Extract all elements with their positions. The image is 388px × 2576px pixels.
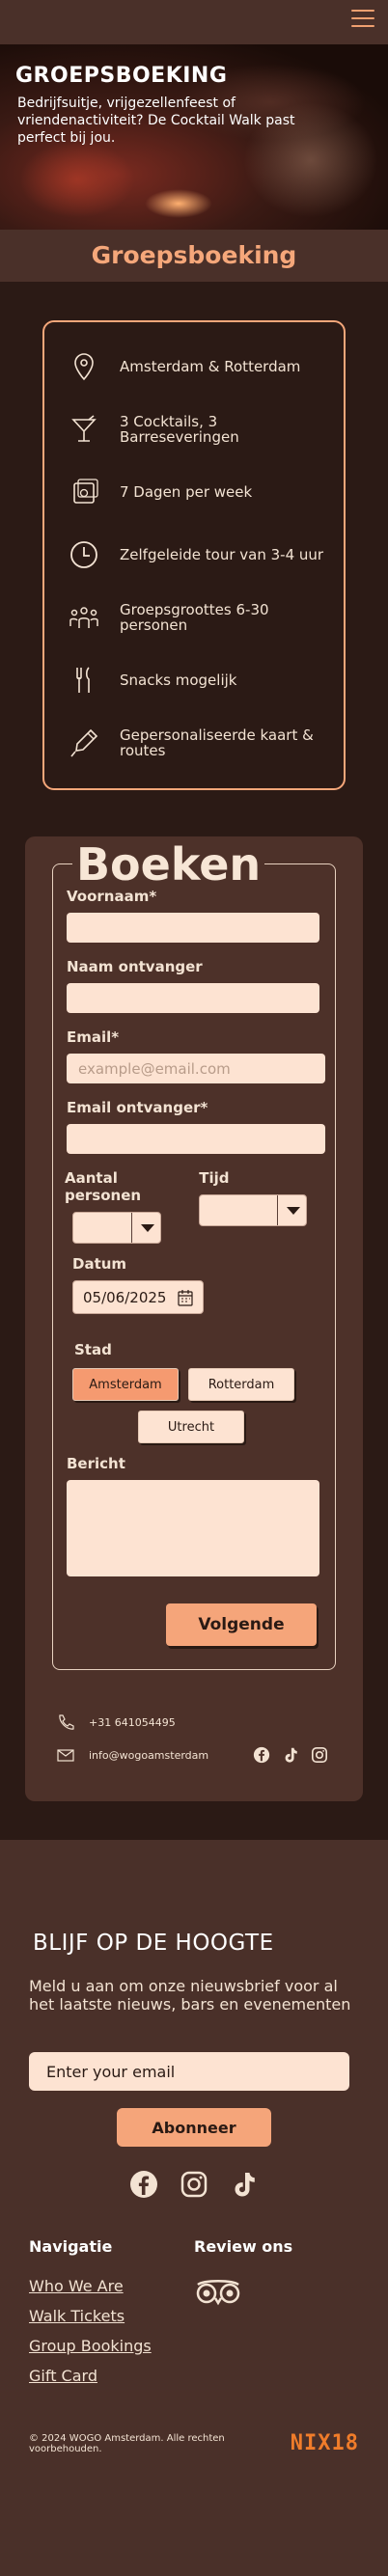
feature-item: Zelfgeleide tour van 3-4 uur: [60, 526, 328, 584]
feature-text: Groepsgroottes 6-30 personen: [120, 601, 269, 634]
phone-icon: [59, 1714, 74, 1730]
tiktok-icon[interactable]: [282, 1746, 299, 1764]
features-section: Amsterdam & Rotterdam 3 Cocktails, 3 Bar…: [0, 282, 388, 836]
feature-text: Zelfgeleide tour van 3-4 uur: [120, 546, 324, 563]
hero-banner: GROEPSBOEKING Bedrijfsuitje, vrijgezelle…: [0, 44, 388, 230]
instagram-icon[interactable]: [180, 2170, 208, 2199]
cocktail-glass-icon: [68, 413, 100, 446]
review-heading: Review ons: [194, 2237, 293, 2256]
footer-navigation: Navigatie Who We Are Walk Tickets Group …: [29, 2237, 194, 2397]
copyright-row: © 2024 WOGO Amsterdam. Alle rechten voor…: [29, 2431, 359, 2486]
features-card: Amsterdam & Rotterdam 3 Cocktails, 3 Bar…: [42, 320, 346, 790]
clock-icon: [68, 538, 100, 571]
feature-item: 7 Dagen per week: [60, 463, 328, 521]
footer-link-gift-card[interactable]: Gift Card: [29, 2367, 194, 2385]
calendar-icon[interactable]: [178, 1289, 193, 1306]
newsletter-title: BLIJF OP DE HOOGTE: [33, 1931, 274, 1956]
city-button-utrecht[interactable]: Utrecht: [138, 1411, 244, 1443]
instagram-icon[interactable]: [311, 1746, 328, 1764]
location-pin-icon: [68, 350, 100, 383]
tiktok-icon[interactable]: [230, 2170, 259, 2199]
facebook-icon[interactable]: [253, 1746, 270, 1764]
chevron-down-icon: [277, 1195, 306, 1225]
time-label: Tijd: [199, 1169, 230, 1187]
newsletter-subtitle: Meld u aan om onze nieuwsbrief voor al h…: [29, 1977, 351, 2014]
footer-columns: Navigatie Who We Are Walk Tickets Group …: [29, 2237, 359, 2397]
email-label: Email*: [67, 1028, 120, 1046]
feature-item: 3 Cocktails, 3 Barreseveringen: [60, 400, 328, 458]
booking-form: Boeken Voornaam* Naam ontvanger Email* e…: [52, 839, 336, 1670]
recipient-email-field[interactable]: [67, 1124, 325, 1154]
date-input[interactable]: 05/06/2025: [72, 1280, 204, 1314]
footer-link-walk-tickets[interactable]: Walk Tickets: [29, 2307, 194, 2325]
tripadvisor-icon[interactable]: [194, 2277, 242, 2306]
first-name-field[interactable]: [67, 913, 319, 943]
city-button-amsterdam[interactable]: Amsterdam: [72, 1368, 179, 1401]
hero-title: GROEPSBOEKING: [15, 64, 228, 88]
email-placeholder: example@email.com: [78, 1059, 231, 1078]
feature-item: Amsterdam & Rotterdam: [60, 338, 328, 396]
recipient-name-label: Naam ontvanger: [67, 958, 203, 975]
form-legend: Boeken: [72, 839, 265, 890]
feature-text: 7 Dagen per week: [120, 483, 253, 501]
footer-link-group-bookings[interactable]: Group Bookings: [29, 2337, 194, 2355]
social-links-footer: [29, 2170, 359, 2199]
feature-item: Gepersonaliseerde kaart & routes: [60, 714, 328, 772]
page-heading: Groepsboeking: [0, 230, 388, 282]
contact-info: +31 641054495 info@wogoamsterdam: [52, 1713, 336, 1765]
people-time-row: Aantal personen Tijd: [65, 1169, 321, 1244]
message-label: Bericht: [67, 1455, 125, 1472]
top-bar: [0, 0, 388, 44]
booking-card: Boeken Voornaam* Naam ontvanger Email* e…: [25, 836, 363, 1801]
date-label: Datum: [72, 1255, 127, 1273]
contact-phone: +31 641054495: [56, 1713, 336, 1732]
newsletter-section: BLIJF OP DE HOOGTE Meld u aan om onze ni…: [0, 1878, 388, 2486]
pen-icon: [68, 726, 100, 759]
footer-link-who-we-are[interactable]: Who We Are: [29, 2277, 194, 2295]
feature-item: Snacks mogelijk: [60, 651, 328, 709]
booking-section: Boeken Voornaam* Naam ontvanger Email* e…: [0, 836, 388, 1840]
subscribe-button[interactable]: Abonneer: [117, 2108, 271, 2147]
people-select[interactable]: [72, 1212, 161, 1244]
newsletter-placeholder: Enter your email: [46, 2062, 176, 2081]
email-field[interactable]: example@email.com: [67, 1054, 325, 1083]
city-label: Stad: [74, 1341, 112, 1358]
calendar-icon: [68, 476, 100, 508]
newsletter-email-input[interactable]: Enter your email: [29, 2052, 349, 2091]
contact-email: info@wogoamsterdam: [56, 1745, 336, 1765]
facebook-icon[interactable]: [129, 2170, 158, 2199]
cutlery-icon: [68, 664, 100, 697]
city-button-rotterdam[interactable]: Rotterdam: [188, 1368, 294, 1401]
city-options: Amsterdam Rotterdam Utrecht: [67, 1368, 321, 1443]
message-textarea[interactable]: [67, 1480, 319, 1576]
hero-subtitle: Bedrijfsuitje, vrijgezellenfeest of vrie…: [17, 96, 295, 146]
hamburger-menu-icon[interactable]: [351, 10, 374, 29]
people-label: Aantal personen: [65, 1169, 142, 1204]
phone-number[interactable]: +31 641054495: [89, 1716, 176, 1729]
chevron-down-icon: [131, 1213, 160, 1243]
footer-review: Review ons: [194, 2237, 359, 2397]
recipient-email-label: Email ontvanger*: [67, 1099, 208, 1116]
feature-text: Gepersonaliseerde kaart & routes: [120, 726, 314, 759]
copyright-text: © 2024 WOGO Amsterdam. Alle rechten voor…: [29, 2432, 225, 2454]
social-links: [253, 1746, 328, 1764]
feature-text: Amsterdam & Rotterdam: [120, 358, 301, 375]
time-select[interactable]: [199, 1194, 308, 1226]
nix18-logo: NIX18: [290, 2431, 359, 2455]
feature-item: Groepsgroottes 6-30 personen: [60, 589, 328, 646]
next-button[interactable]: Volgende: [166, 1603, 317, 1646]
feature-text: 3 Cocktails, 3 Barreseveringen: [120, 413, 239, 446]
email-address[interactable]: info@wogoamsterdam: [89, 1749, 208, 1762]
nav-heading: Navigatie: [29, 2237, 113, 2256]
feature-text: Snacks mogelijk: [120, 671, 237, 689]
group-people-icon: [68, 601, 100, 634]
recipient-name-field[interactable]: [67, 983, 319, 1013]
date-value: 05/06/2025: [83, 1288, 167, 1306]
envelope-icon: [57, 1749, 74, 1762]
